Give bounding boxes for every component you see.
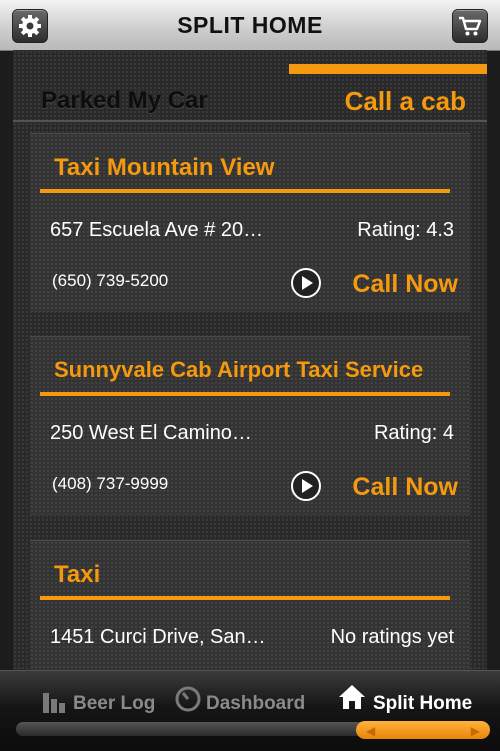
list-item[interactable]: Sunnyvale Cab Airport Taxi Service 250 W… [30, 336, 470, 515]
cab-rating: No ratings yet [330, 626, 454, 648]
cab-address: 1451 Curci Drive, San… [50, 626, 266, 648]
cab-phone: (408) 737-9999 [52, 474, 169, 493]
arrow-left-icon: ◀ [366, 724, 376, 738]
cab-address: 657 Escuela Ave # 20… [50, 219, 264, 241]
bar-chart-icon [43, 693, 65, 713]
cart-button[interactable] [452, 9, 488, 43]
arrow-right-icon: ▶ [470, 724, 480, 738]
list-item[interactable]: Taxi Mountain View 657 Escuela Ave # 20…… [30, 133, 470, 312]
list-item[interactable]: Taxi 1451 Curci Drive, San… No ratings y… [30, 540, 470, 671]
divider [40, 392, 450, 396]
tab-label: Dashboard [206, 693, 306, 714]
cab-name: Sunnyvale Cab Airport Taxi Service [54, 357, 424, 382]
page-title: SPLIT HOME [177, 12, 323, 38]
divider [40, 189, 450, 193]
tab-parked-my-car[interactable]: Parked My Car [41, 87, 208, 115]
call-now-button[interactable]: Call Now [352, 270, 458, 299]
tab-label: Split Home [373, 693, 473, 714]
play-icon[interactable] [291, 268, 321, 298]
cab-address: 250 West El Camino… [50, 422, 252, 444]
cab-phone: (650) 739-5200 [52, 271, 169, 290]
header-bar: SPLIT HOME [0, 0, 500, 51]
call-now-button[interactable]: Call Now [352, 473, 458, 502]
tab-call-a-cab[interactable]: Call a cab [345, 86, 466, 117]
play-icon[interactable] [291, 471, 321, 501]
cart-icon [459, 16, 482, 36]
divider [40, 596, 450, 600]
cab-rating: Rating: 4.3 [357, 219, 454, 241]
active-tab-indicator [289, 64, 487, 74]
cab-name: Taxi Mountain View [54, 154, 275, 181]
tab-label: Beer Log [73, 693, 156, 714]
scroll-thumb[interactable]: ◀ ▶ [356, 721, 490, 739]
cab-rating: Rating: 4 [373, 422, 454, 444]
cab-name: Taxi [54, 561, 101, 588]
home-icon [339, 685, 365, 709]
gauge-icon [175, 686, 201, 712]
segment-tabs: Parked My Car Call a cab [13, 84, 487, 122]
